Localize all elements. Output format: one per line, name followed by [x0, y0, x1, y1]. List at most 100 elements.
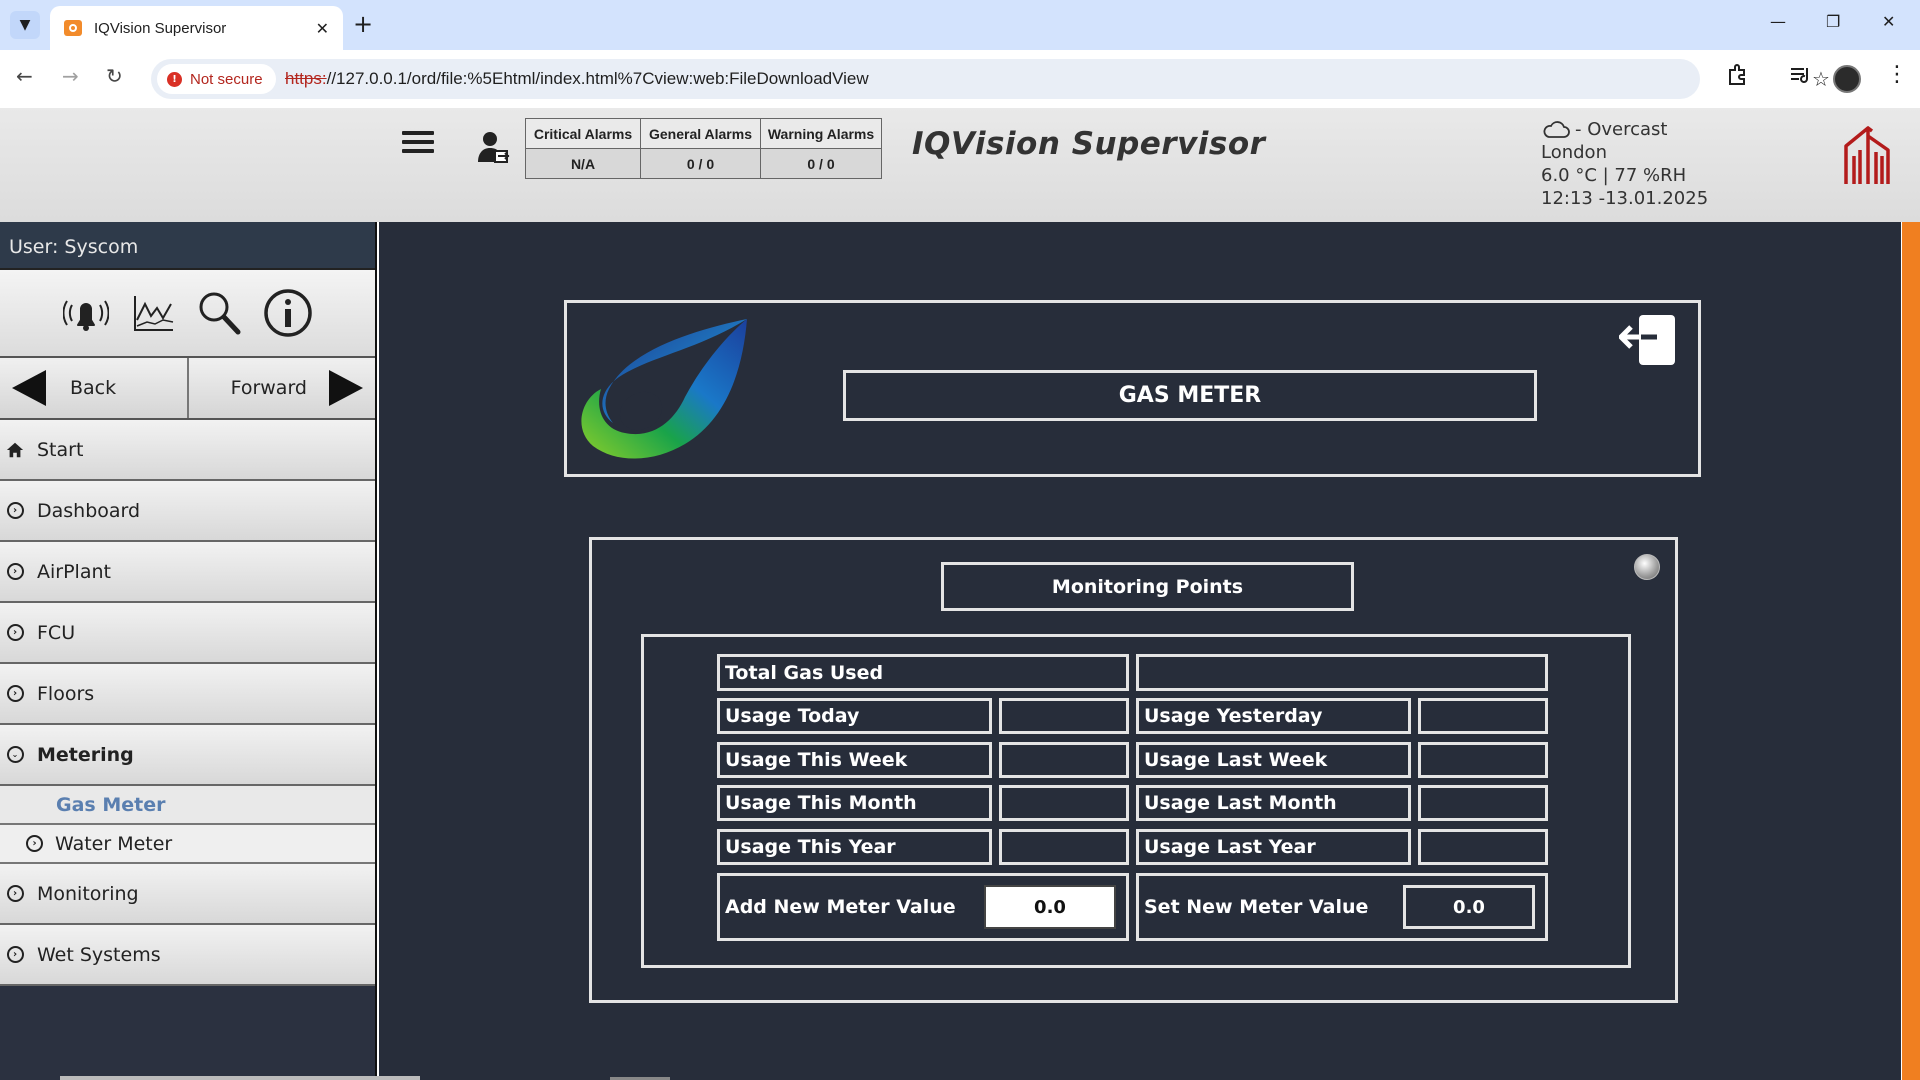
- sidebar-item-airplant[interactable]: › AirPlant: [0, 542, 375, 603]
- usage-this-month-label: Usage This Month: [717, 785, 992, 821]
- sidebar-item-label: Water Meter: [55, 832, 173, 855]
- usage-this-year-label: Usage This Year: [717, 829, 992, 865]
- sidebar-item-wet-systems[interactable]: › Wet Systems: [0, 925, 375, 986]
- info-icon[interactable]: [263, 288, 313, 338]
- add-meter-value-input[interactable]: 0.0: [984, 885, 1116, 929]
- chevron-right-circle-icon: ›: [6, 624, 24, 641]
- weather-condition: - Overcast: [1575, 119, 1668, 140]
- sidebar-item-label: FCU: [37, 621, 76, 644]
- alarm-bell-icon[interactable]: [62, 291, 109, 335]
- sidebar: User: Syscom Back Forward Start › Dashbo…: [0, 222, 377, 1080]
- back-button[interactable]: Back: [0, 358, 189, 418]
- horizontal-scrollbar[interactable]: [60, 1076, 420, 1080]
- sidebar-item-start[interactable]: Start: [0, 420, 375, 481]
- usage-yesterday-label: Usage Yesterday: [1136, 698, 1411, 734]
- minimize-icon[interactable]: —: [1770, 12, 1786, 31]
- trend-chart-icon[interactable]: [131, 292, 175, 334]
- quick-tools: [0, 270, 375, 358]
- set-meter-value-label: Set New Meter Value: [1144, 896, 1369, 918]
- new-tab-button[interactable]: +: [353, 12, 373, 36]
- sidebar-item-metering[interactable]: ⌄ Metering: [0, 725, 375, 786]
- add-meter-value-box: Add New Meter Value 0.0: [717, 873, 1129, 941]
- sidebar-item-water-meter[interactable]: › Water Meter: [0, 825, 375, 864]
- history-nav: Back Forward: [0, 358, 375, 420]
- total-gas-used-value: [1136, 654, 1548, 691]
- chevron-right-circle-icon: ›: [6, 563, 24, 580]
- warning-icon: !: [167, 71, 182, 87]
- sidebar-item-label: Floors: [37, 682, 95, 705]
- status-led-icon: [1634, 554, 1660, 580]
- warning-alarms-count[interactable]: 0 / 0: [760, 148, 882, 179]
- sidebar-item-gas-meter[interactable]: Gas Meter: [0, 786, 375, 825]
- sidebar-item-label: AirPlant: [37, 560, 111, 583]
- usage-last-year-label: Usage Last Year: [1136, 829, 1411, 865]
- security-chip[interactable]: ! Not secure: [157, 64, 276, 94]
- sidebar-item-floors[interactable]: › Floors: [0, 664, 375, 725]
- security-label: Not secure: [190, 70, 263, 88]
- browser-forward-icon[interactable]: →: [62, 64, 79, 88]
- page-header-panel: GAS METER: [564, 300, 1701, 477]
- browser-toolbar: ← → ↻ ! Not secure https://127.0.0.1/ord…: [0, 50, 1920, 108]
- energy-leaf-logo-icon: [581, 319, 747, 459]
- sidebar-item-dashboard[interactable]: › Dashboard: [0, 481, 375, 542]
- reload-icon[interactable]: ↻: [106, 64, 123, 88]
- general-alarms-header[interactable]: General Alarms: [640, 118, 761, 149]
- close-tab-icon[interactable]: ✕: [316, 19, 329, 38]
- total-gas-used-label: Total Gas Used: [717, 654, 1129, 691]
- sidebar-item-label: Start: [37, 438, 84, 461]
- url-text[interactable]: https://127.0.0.1/ord/file:%5Ehtml/index…: [285, 69, 869, 89]
- usage-this-week-value: [999, 742, 1129, 778]
- hamburger-menu-icon[interactable]: [402, 131, 434, 161]
- weather-datetime: 12:13 -13.01.2025: [1541, 188, 1709, 209]
- cloud-icon: [1543, 121, 1570, 138]
- usage-this-month-value: [999, 785, 1129, 821]
- weather-widget: - Overcast London 6.0 °C | 77 %RH 12:13 …: [1541, 118, 1708, 210]
- app-favicon-icon: [64, 20, 82, 36]
- weather-city: London: [1541, 142, 1607, 163]
- building-logo-icon: [1842, 122, 1896, 186]
- browser-tab[interactable]: IQVision Supervisor ✕: [50, 6, 343, 50]
- user-logout-icon[interactable]: [475, 129, 511, 165]
- sidebar-item-fcu[interactable]: › FCU: [0, 603, 375, 664]
- tab-search-button[interactable]: ▼: [10, 11, 40, 39]
- usage-this-year-value: [999, 829, 1129, 865]
- app-brand-title: IQVision Supervisor: [912, 126, 1266, 162]
- warning-alarms-header[interactable]: Warning Alarms: [760, 118, 882, 149]
- sidebar-item-label: Metering: [37, 743, 134, 766]
- usage-last-year-value: [1418, 829, 1548, 865]
- set-meter-value-box: Set New Meter Value 0.0: [1136, 873, 1548, 941]
- sidebar-item-monitoring[interactable]: › Monitoring: [0, 864, 375, 925]
- exit-icon[interactable]: [1619, 313, 1679, 367]
- meter-readings-panel: Total Gas Used Usage Today Usage Yesterd…: [641, 634, 1631, 968]
- chevron-down-circle-icon: ⌄: [6, 746, 24, 763]
- set-meter-value-input[interactable]: 0.0: [1403, 885, 1535, 929]
- usage-last-week-label: Usage Last Week: [1136, 742, 1411, 778]
- usage-this-week-label: Usage This Week: [717, 742, 992, 778]
- restore-icon[interactable]: ❐: [1826, 12, 1840, 31]
- chevron-right-circle-icon: ›: [6, 685, 24, 702]
- arrow-right-icon: [329, 370, 363, 406]
- bookmark-star-icon[interactable]: ☆: [1812, 67, 1830, 91]
- address-bar[interactable]: ! Not secure https://127.0.0.1/ord/file:…: [151, 59, 1830, 99]
- weather-reading: 6.0 °C | 77 %RH: [1541, 165, 1687, 186]
- browser-tab-bar: ▼ IQVision Supervisor ✕ + — ❐ ✕: [0, 0, 1920, 50]
- extensions-icon[interactable]: [1726, 64, 1748, 91]
- critical-alarms-header[interactable]: Critical Alarms: [525, 118, 641, 149]
- browser-back-icon[interactable]: ←: [16, 64, 33, 88]
- alarm-summary-table[interactable]: Critical Alarms General Alarms Warning A…: [525, 118, 882, 179]
- browser-menu-icon[interactable]: ⋮: [1886, 62, 1908, 87]
- search-icon[interactable]: [197, 290, 241, 336]
- general-alarms-count[interactable]: 0 / 0: [640, 148, 761, 179]
- profile-avatar[interactable]: [1833, 65, 1861, 93]
- arrow-left-icon: [12, 370, 46, 406]
- page-title: GAS METER: [843, 370, 1537, 421]
- back-label: Back: [70, 377, 117, 399]
- user-label: User: Syscom: [0, 222, 375, 270]
- vertical-scrollbar[interactable]: [1902, 222, 1920, 1080]
- forward-button[interactable]: Forward: [188, 358, 375, 418]
- critical-alarms-count[interactable]: N/A: [525, 148, 641, 179]
- main-content: GAS METER Monitoring Points Total Gas Us…: [379, 222, 1901, 1080]
- close-window-icon[interactable]: ✕: [1882, 12, 1895, 31]
- chevron-right-circle-icon: ›: [6, 502, 24, 519]
- media-control-icon[interactable]: [1790, 66, 1812, 91]
